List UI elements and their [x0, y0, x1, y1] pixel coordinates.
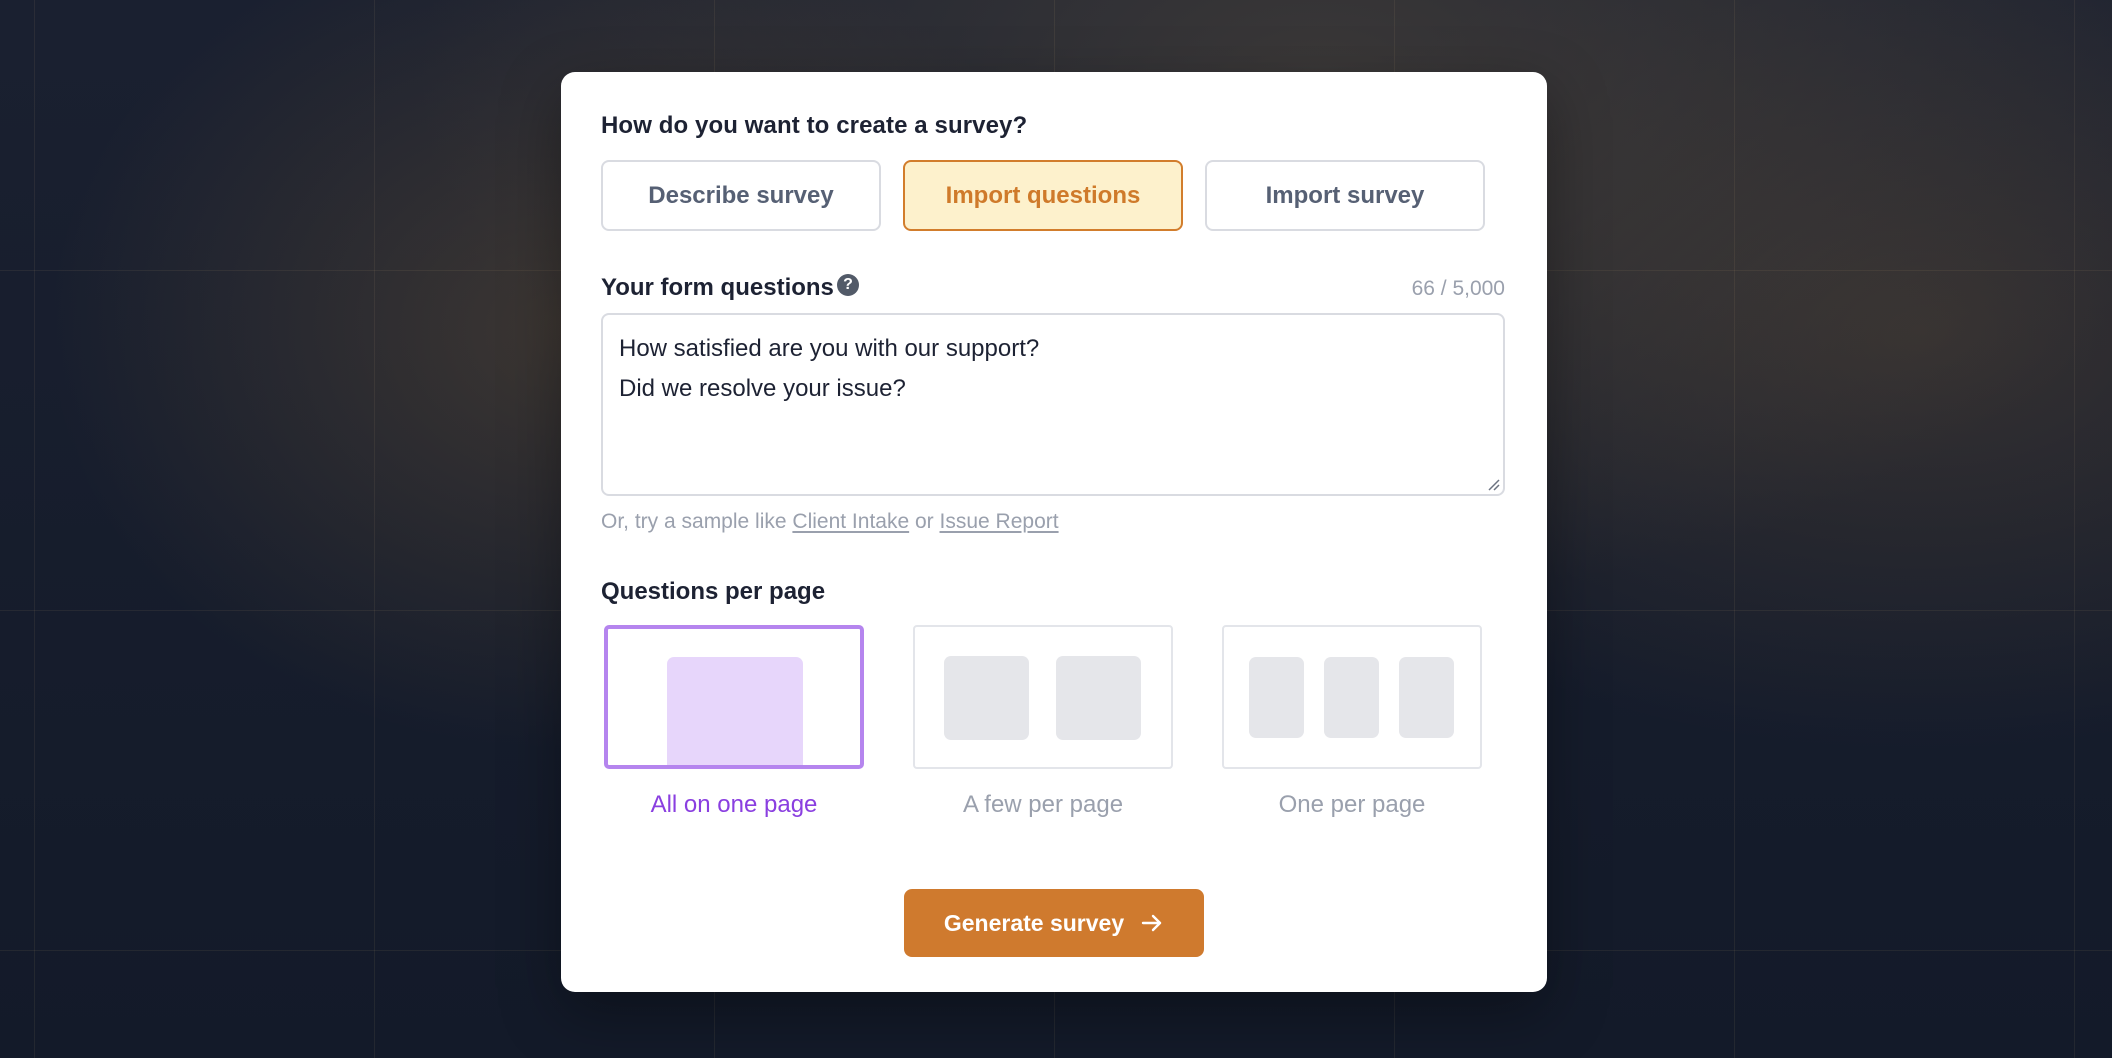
layout-option-a-few-per-page[interactable]: A few per page — [913, 625, 1175, 819]
layout-option-label: One per page — [1278, 791, 1426, 818]
page-placeholder — [1056, 656, 1141, 740]
page-placeholder — [1249, 657, 1304, 738]
layout-preview-single — [604, 625, 864, 769]
sample-prefix: Or, try a sample like — [601, 510, 787, 533]
generate-survey-label: Generate survey — [943, 909, 1125, 936]
questions-label-row: Your form questions ? 66 / 5,000 — [601, 272, 1505, 302]
question-line: Did we resolve your issue? — [619, 375, 906, 402]
layout-option-label: All on one page — [650, 791, 818, 818]
layout-option-one-per-page[interactable]: One per page — [1222, 625, 1484, 819]
sample-joiner: or — [914, 510, 934, 533]
sample-suggestions: Or, try a sample like Client Intake or I… — [601, 510, 1059, 534]
generate-survey-button[interactable]: Generate survey — [904, 889, 1204, 957]
page-placeholder — [1324, 657, 1379, 738]
page-placeholder — [944, 656, 1029, 740]
layout-preview-few — [913, 625, 1173, 769]
describe-survey-button[interactable]: Describe survey — [601, 160, 881, 231]
page-placeholder — [1399, 657, 1454, 738]
layout-option-label: A few per page — [962, 791, 1124, 818]
form-questions-label: Your form questions — [601, 274, 834, 301]
character-counter: 66 / 5,000 — [1411, 277, 1505, 300]
layout-option-all-on-one-page[interactable]: All on one page — [604, 625, 866, 819]
question-line: How satisfied are you with our support? — [619, 335, 1040, 362]
question-circle-icon[interactable]: ? — [837, 274, 859, 296]
import-survey-button[interactable]: Import survey — [1205, 160, 1485, 231]
form-questions-textarea[interactable]: How satisfied are you with our support? … — [601, 313, 1505, 496]
page-placeholder — [667, 657, 803, 765]
client-intake-link[interactable]: Client Intake — [792, 510, 909, 533]
arrow-right-icon — [1141, 914, 1162, 932]
resize-grip-icon[interactable] — [1486, 477, 1500, 491]
issue-report-link[interactable]: Issue Report — [940, 510, 1059, 533]
questions-per-page-label: Questions per page — [601, 578, 826, 605]
import-questions-button[interactable]: Import questions — [903, 160, 1183, 231]
dialog-heading: How do you want to create a survey? — [601, 112, 1028, 139]
create-survey-dialog: How do you want to create a survey? Desc… — [561, 72, 1547, 992]
layout-preview-one — [1222, 625, 1482, 769]
